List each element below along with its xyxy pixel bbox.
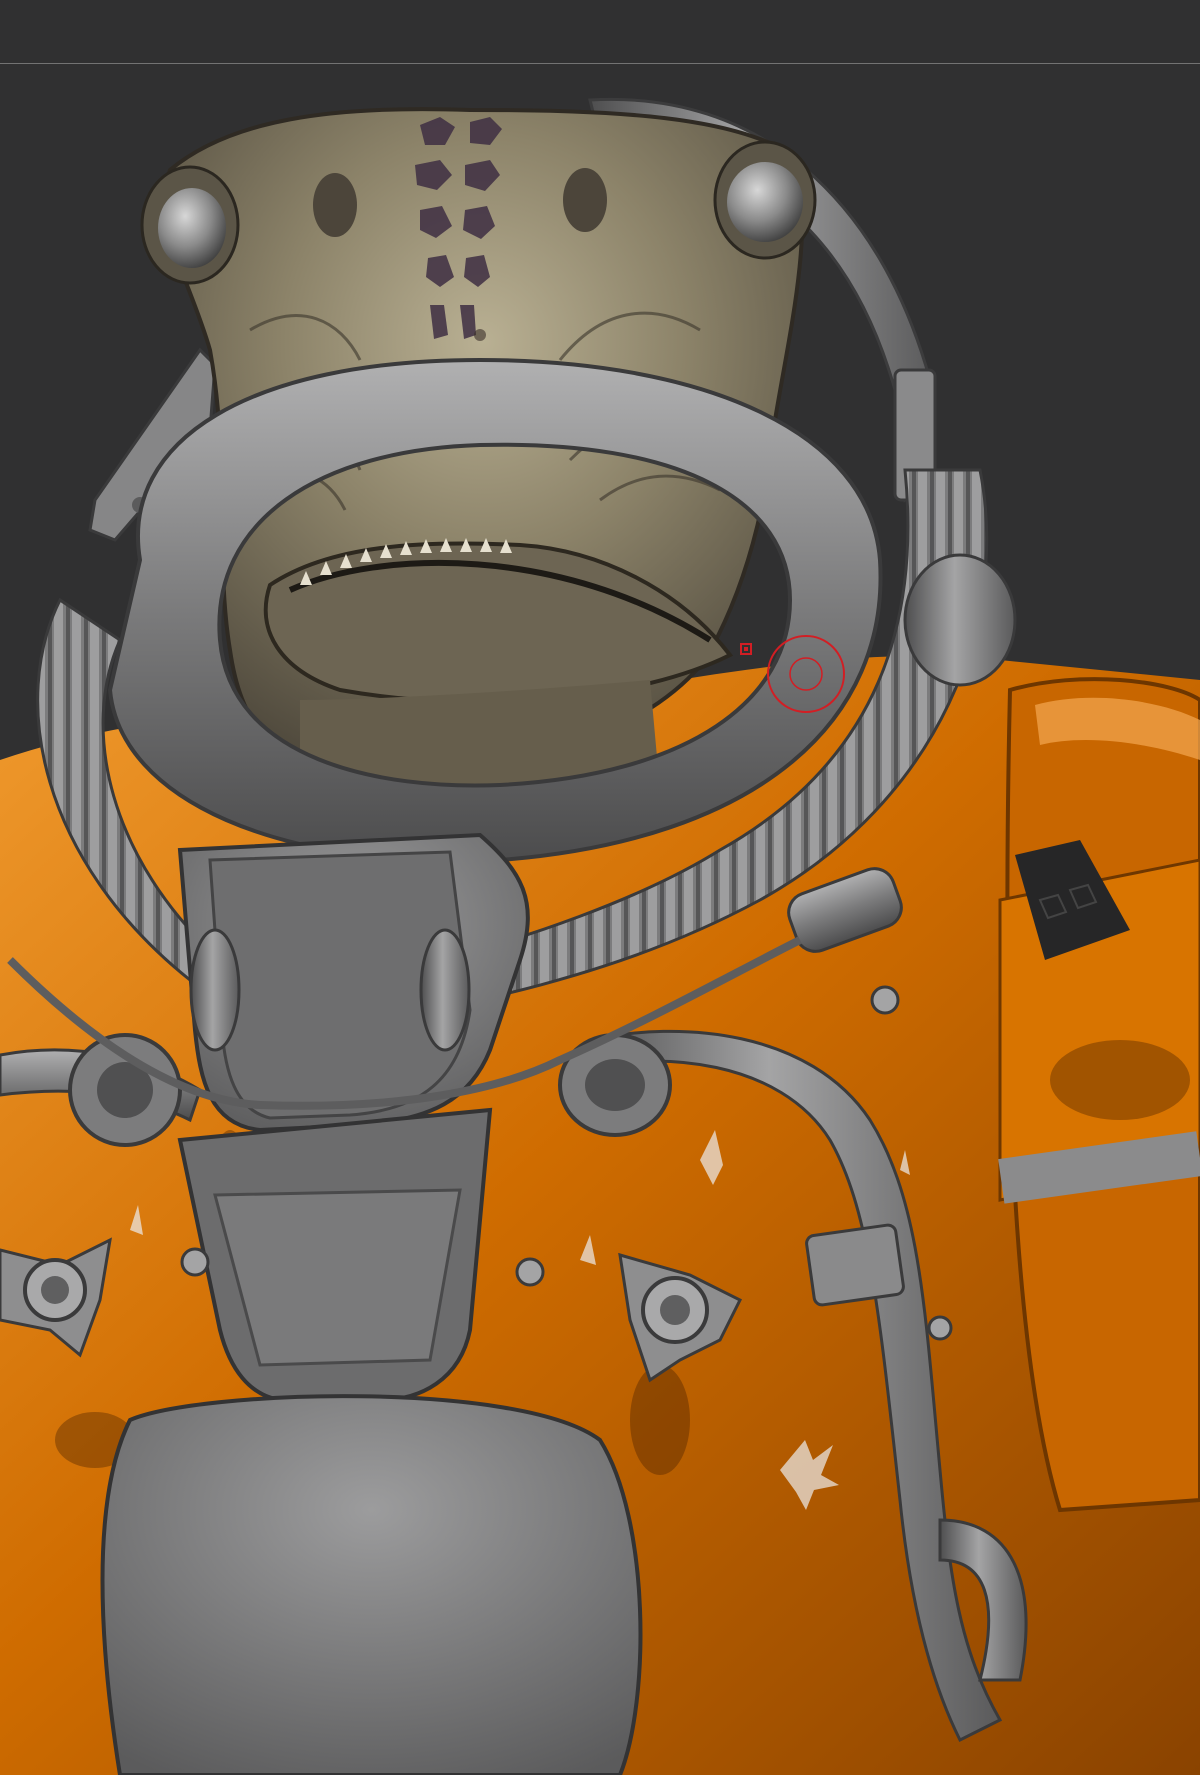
nostril-left — [313, 173, 357, 237]
3d-viewport[interactable] — [0, 0, 1200, 1775]
bolt — [180, 1247, 210, 1277]
nostril-right — [563, 168, 607, 232]
sculpt-render[interactable] — [0, 0, 1200, 1775]
bolt — [870, 985, 900, 1015]
bolt — [927, 1315, 953, 1341]
eye-left — [158, 188, 226, 268]
eye-right — [727, 162, 803, 242]
bolt — [515, 1257, 545, 1287]
